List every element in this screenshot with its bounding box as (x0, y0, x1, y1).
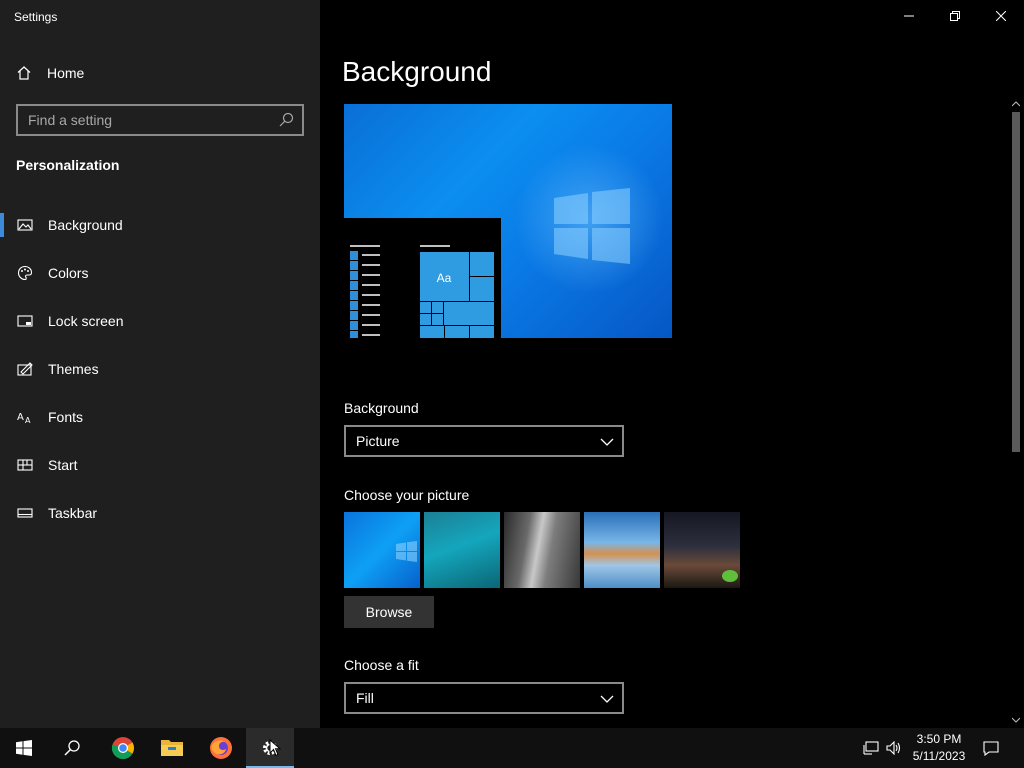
sidebar-item-colors[interactable]: Colors (0, 249, 320, 297)
start-button[interactable] (0, 728, 48, 768)
svg-text:A: A (25, 416, 31, 425)
sidebar-item-label: Themes (48, 361, 99, 377)
lock-screen-icon (17, 313, 33, 329)
picture-thumbnail-beach[interactable] (584, 512, 660, 588)
home-icon (16, 65, 32, 81)
sidebar-item-lock-screen[interactable]: Lock screen (0, 297, 320, 345)
fonts-icon: AA (17, 409, 33, 425)
fit-dropdown-value: Fill (356, 690, 374, 706)
picture-thumbnails (344, 512, 740, 588)
sidebar-item-label: Taskbar (48, 505, 98, 521)
restore-icon (950, 11, 960, 21)
sidebar-item-label: Start (48, 457, 78, 473)
settings-button[interactable] (246, 728, 294, 768)
picture-thumbnail-underwater[interactable] (424, 512, 500, 588)
image-icon (17, 217, 33, 233)
tile-text: Aa (437, 271, 452, 285)
browse-button[interactable]: Browse (344, 596, 434, 628)
file-explorer-button[interactable] (148, 728, 196, 768)
scrollbar[interactable] (1008, 96, 1024, 728)
volume-icon (886, 741, 901, 755)
chevron-down-icon (600, 435, 614, 453)
search-box[interactable] (16, 104, 304, 136)
section-title: Personalization (16, 157, 120, 173)
page-title: Background (342, 56, 492, 87)
preview-start-menu: Aa (344, 218, 501, 338)
sidebar-item-start[interactable]: Start (0, 441, 320, 489)
network-tray[interactable] (860, 728, 882, 768)
start-menu-mockup: Aa (350, 245, 494, 338)
close-icon (996, 11, 1006, 21)
sidebar-item-taskbar[interactable]: Taskbar (0, 489, 320, 537)
notification-icon (983, 741, 999, 756)
sidebar-item-label: Lock screen (48, 313, 124, 329)
clock-time: 3:50 PM (916, 732, 962, 746)
network-icon (863, 741, 879, 755)
restore-button[interactable] (932, 0, 978, 32)
start-icon (17, 457, 33, 473)
volume-tray[interactable] (884, 728, 904, 768)
scroll-down-icon[interactable] (1010, 714, 1022, 726)
folder-icon (161, 740, 183, 756)
close-button[interactable] (978, 0, 1024, 32)
home-label: Home (47, 65, 85, 81)
sidebar: Settings Home Personalization Background… (0, 0, 320, 728)
palette-icon (17, 265, 33, 281)
picture-thumbnail-night-sky[interactable] (664, 512, 740, 588)
main-content: Background Aa Background Picture Choose … (320, 0, 1024, 728)
sidebar-item-background[interactable]: Background (0, 201, 320, 249)
app-title: Settings (14, 10, 58, 24)
themes-icon (17, 361, 33, 377)
svg-text:A: A (17, 412, 24, 423)
window-controls (886, 0, 1024, 32)
clock-date: 5/11/2023 (912, 749, 966, 763)
desktop-preview: Aa (344, 104, 672, 338)
sidebar-item-label: Colors (48, 265, 89, 281)
choose-picture-label: Choose your picture (344, 487, 470, 503)
nav-list: Background Colors Lock screen Themes AA … (0, 201, 320, 537)
chrome-icon (111, 737, 134, 760)
background-dropdown[interactable]: Picture (344, 425, 624, 457)
picture-thumbnail-rock[interactable] (504, 512, 580, 588)
search-icon (64, 740, 80, 756)
windows-logo-icon (396, 541, 417, 562)
tent-glow (722, 570, 738, 582)
background-dropdown-value: Picture (356, 433, 400, 449)
taskbar: 3:50 PM 5/11/2023 (0, 728, 1024, 768)
background-label: Background (344, 400, 419, 416)
taskbar-icon (17, 505, 33, 521)
minimize-icon (904, 15, 914, 17)
windows-logo-icon (554, 188, 630, 264)
search-button[interactable] (48, 728, 96, 768)
sidebar-item-themes[interactable]: Themes (0, 345, 320, 393)
home-link[interactable]: Home (16, 62, 84, 84)
chrome-button[interactable] (99, 728, 147, 768)
scroll-thumb[interactable] (1012, 112, 1020, 452)
scroll-up-icon[interactable] (1010, 98, 1022, 110)
fit-dropdown[interactable]: Fill (344, 682, 624, 714)
minimize-button[interactable] (886, 0, 932, 32)
mouse-cursor-icon (269, 739, 281, 757)
search-icon[interactable] (278, 112, 294, 133)
search-input[interactable] (18, 106, 268, 134)
fit-label: Choose a fit (344, 657, 419, 673)
picture-thumbnail-windows[interactable] (344, 512, 420, 588)
firefox-icon (210, 737, 232, 759)
chevron-down-icon (600, 692, 614, 710)
firefox-button[interactable] (197, 728, 245, 768)
sidebar-item-fonts[interactable]: AA Fonts (0, 393, 320, 441)
action-center-button[interactable] (978, 728, 1004, 768)
sidebar-item-label: Background (48, 217, 123, 233)
clock[interactable]: 3:50 PM 5/11/2023 (908, 731, 970, 765)
sidebar-item-label: Fonts (48, 409, 84, 425)
windows-start-icon (16, 740, 32, 756)
